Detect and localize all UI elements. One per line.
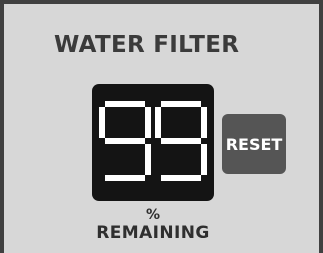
filter-life-display: 99 xyxy=(92,84,214,201)
digit-2 xyxy=(155,101,207,181)
panel-title: WATER FILTER xyxy=(54,32,240,58)
water-filter-panel: WATER FILTER 99 RESET % REMAINING xyxy=(0,0,323,253)
seven-segment-readout xyxy=(99,101,207,181)
digit-1 xyxy=(99,101,151,181)
remaining-label: REMAINING xyxy=(96,223,210,243)
reset-button[interactable]: RESET xyxy=(222,114,286,174)
percent-unit-label: % xyxy=(145,207,161,223)
